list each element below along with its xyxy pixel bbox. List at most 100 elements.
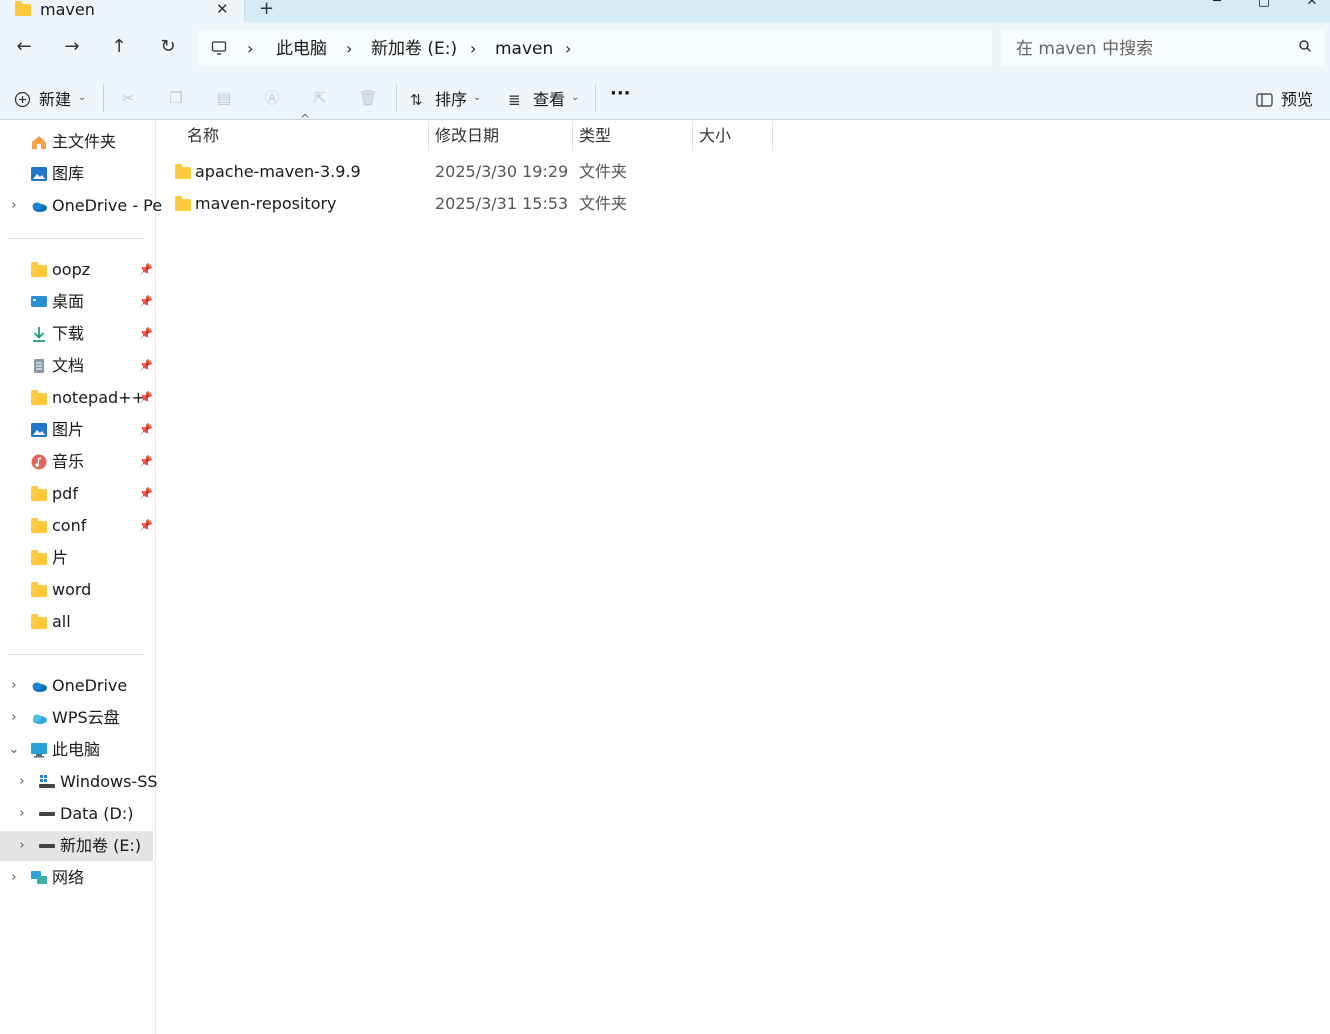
tab-close-icon[interactable]: ✕ — [216, 0, 229, 18]
pin-icon: 📌 — [139, 455, 153, 468]
chevron-down-icon: ⌄ — [571, 92, 580, 103]
download-icon — [33, 327, 45, 342]
sidebar-item-notepadpp[interactable]: notepad++ 📌 — [0, 383, 153, 413]
folder-icon — [31, 614, 47, 629]
sidebar-item-pian[interactable]: 片 — [0, 543, 153, 573]
sidebar-item-data-d[interactable]: › Data (D:) — [0, 799, 153, 829]
breadcrumb-chevron[interactable]: › — [565, 37, 571, 61]
chevron-right-icon[interactable]: › — [8, 196, 20, 216]
column-header-size[interactable]: 大小 — [699, 124, 731, 148]
delete-icon[interactable]: 🗑 — [358, 88, 378, 108]
share-icon[interactable]: ⇱ — [310, 88, 330, 108]
sidebar-item-music[interactable]: 音乐 📌 — [0, 447, 153, 477]
preview-pane-icon — [1256, 93, 1273, 107]
sidebar-item-pictures[interactable]: 图片 📌 — [0, 415, 153, 445]
sidebar-item-label: 片 — [52, 548, 69, 567]
more-options-button[interactable]: ··· — [610, 82, 631, 106]
column-header-type[interactable]: 类型 — [579, 124, 611, 148]
chevron-right-icon[interactable]: › — [16, 804, 28, 824]
search-input[interactable]: 在 maven 中搜索 — [1016, 37, 1153, 61]
new-tab-button[interactable]: + — [259, 0, 274, 19]
breadcrumb-chevron[interactable]: › — [346, 37, 352, 61]
divider — [595, 84, 596, 112]
sidebar-item-label: word — [52, 580, 92, 599]
chevron-down-icon[interactable]: ⌄ — [8, 740, 20, 760]
sidebar-item-pdf[interactable]: pdf 📌 — [0, 479, 153, 509]
chevron-right-icon[interactable]: › — [8, 708, 20, 728]
chevron-down-icon: ⌄ — [473, 92, 482, 103]
breadcrumb-maven[interactable]: maven — [495, 37, 553, 61]
column-divider[interactable] — [772, 121, 773, 151]
folder-icon — [175, 196, 191, 211]
column-divider[interactable] — [428, 121, 429, 151]
sidebar-item-network[interactable]: › 网络 — [0, 863, 153, 893]
up-button[interactable]: ↑ — [104, 32, 134, 62]
sidebar-item-label: WPS云盘 — [52, 708, 120, 727]
maximize-button[interactable]: □ — [1254, 0, 1274, 9]
sidebar-item-home[interactable]: 主文件夹 — [0, 127, 153, 157]
folder-icon — [31, 390, 47, 405]
column-header-modified[interactable]: 修改日期 — [435, 124, 499, 148]
sidebar-item-word[interactable]: word — [0, 575, 153, 605]
sidebar-item-label: conf — [52, 516, 87, 535]
sidebar-item-label: Data (D:) — [60, 804, 134, 823]
breadcrumb-new-volume[interactable]: 新加卷 (E:) — [371, 37, 457, 61]
column-divider[interactable] — [692, 121, 693, 151]
file-row[interactable]: maven-repository 2025/3/31 15:53 文件夹 — [168, 189, 627, 219]
sidebar-item-oopz[interactable]: oopz 📌 — [0, 255, 153, 285]
sidebar-item-onedrive[interactable]: › OneDrive — [0, 671, 153, 701]
sidebar-item-label: 此电脑 — [52, 740, 101, 759]
refresh-button[interactable]: ↻ — [153, 32, 183, 62]
close-window-button[interactable]: ✕ — [1302, 0, 1322, 9]
paste-icon[interactable]: ▤ — [214, 88, 234, 108]
sidebar-item-downloads[interactable]: 下载 📌 — [0, 319, 153, 349]
sidebar-item-conf[interactable]: conf 📌 — [0, 511, 153, 541]
chevron-right-icon[interactable]: › — [16, 836, 28, 856]
sidebar-item-documents[interactable]: 文档 📌 — [0, 351, 153, 381]
sidebar-item-label: 主文件夹 — [52, 132, 117, 151]
rename-icon[interactable]: Ⓐ — [262, 88, 282, 108]
new-button[interactable]: 新建 ⌄ — [12, 88, 88, 112]
minimize-button[interactable]: ─ — [1207, 0, 1227, 9]
preview-button[interactable]: 预览 — [1256, 88, 1320, 112]
sidebar-item-onedrive-personal[interactable]: › OneDrive - Pe — [0, 191, 162, 221]
sidebar-item-gallery[interactable]: 图库 — [0, 159, 153, 189]
forward-button[interactable]: → — [57, 32, 87, 62]
sort-button[interactable]: ⇅ 排序 ⌄ — [410, 88, 490, 112]
chevron-right-icon[interactable]: › — [16, 772, 28, 792]
drive-icon — [39, 812, 55, 816]
back-button[interactable]: ← — [9, 32, 39, 62]
pin-icon: 📌 — [139, 423, 153, 436]
sidebar-item-new-volume-e[interactable]: › 新加卷 (E:) — [0, 831, 153, 861]
folder-icon — [31, 262, 47, 277]
copy-icon[interactable]: ❐ — [166, 88, 186, 108]
sidebar-item-desktop[interactable]: 桌面 📌 — [0, 287, 153, 317]
column-divider[interactable] — [572, 121, 573, 151]
drive-icon — [39, 844, 55, 848]
column-header-name[interactable]: 名称 — [187, 124, 219, 148]
sidebar-item-label: 文档 — [52, 356, 85, 375]
breadcrumb-chevron[interactable]: › — [247, 37, 253, 61]
sidebar-item-this-pc[interactable]: ⌄ 此电脑 — [0, 735, 153, 765]
file-name: maven-repository — [195, 194, 337, 213]
sidebar-item-all[interactable]: all — [0, 607, 153, 637]
file-row[interactable]: apache-maven-3.9.9 2025/3/30 19:29 文件夹 — [168, 157, 627, 187]
sidebar-item-label: 下载 — [52, 324, 85, 343]
chevron-right-icon[interactable]: › — [8, 676, 20, 696]
desktop-icon — [31, 296, 47, 307]
sidebar-item-label: oopz — [52, 260, 91, 279]
sidebar-item-windows-ssd[interactable]: › Windows-SS — [0, 767, 157, 797]
computer-icon[interactable] — [211, 40, 227, 56]
sidebar-item-label: 图库 — [52, 164, 85, 183]
tab-maven[interactable]: maven ✕ — [0, 0, 245, 22]
cut-icon[interactable]: ✂ — [118, 88, 138, 108]
view-button[interactable]: ≣ 查看 ⌄ — [508, 88, 588, 112]
search-icon[interactable] — [1298, 39, 1312, 53]
sidebar-item-wps-cloud[interactable]: › WPS云盘 — [0, 703, 153, 733]
divider — [396, 84, 397, 112]
sidebar-divider — [8, 238, 145, 239]
chevron-right-icon[interactable]: › — [8, 868, 20, 888]
breadcrumb-this-pc[interactable]: 此电脑 — [276, 37, 327, 61]
breadcrumb-chevron[interactable]: › — [470, 37, 476, 61]
folder-icon — [31, 486, 47, 501]
